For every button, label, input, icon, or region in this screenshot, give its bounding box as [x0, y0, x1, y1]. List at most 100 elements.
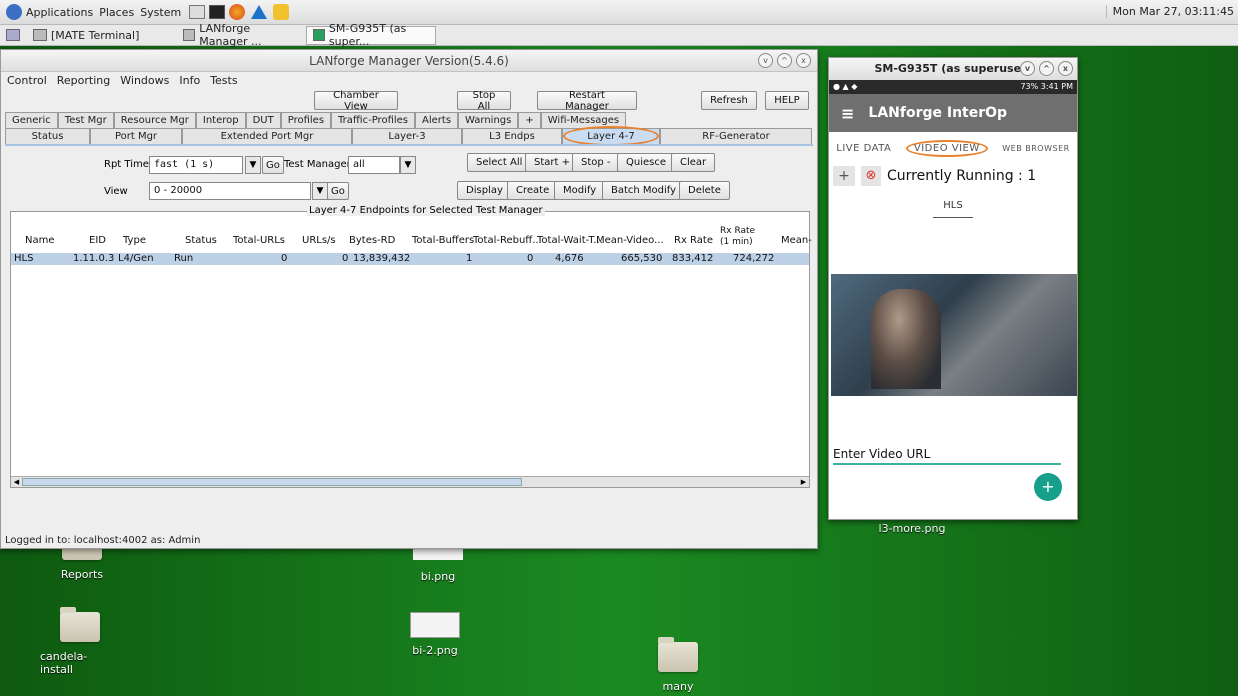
window-titlebar[interactable]: LANforge Manager Version(5.4.6) v ^ x — [1, 50, 817, 72]
quiesce-button[interactable]: Quiesce — [617, 153, 675, 172]
tab-interop[interactable]: Interop — [195, 112, 246, 128]
test-manager-field[interactable]: all — [348, 156, 400, 174]
desktop-icon-bi-png[interactable]: bi.png — [408, 546, 468, 583]
stop-all-button[interactable]: Stop All — [457, 90, 511, 112]
firefox-icon[interactable] — [229, 4, 246, 20]
menu-windows[interactable]: Windows — [120, 74, 169, 87]
menu-control[interactable]: Control — [7, 74, 47, 87]
tab-alerts[interactable]: Alerts — [415, 112, 459, 128]
menu-tests[interactable]: Tests — [210, 74, 237, 87]
stop-button[interactable]: Stop - — [572, 153, 620, 172]
terminal-icon[interactable] — [209, 5, 226, 19]
tab-test-mgr[interactable]: Test Mgr — [57, 112, 114, 128]
col-status[interactable]: Status — [185, 235, 217, 246]
rpt-timer-dropdown-icon[interactable]: ▼ — [245, 156, 261, 174]
view-go-button[interactable]: Go — [327, 182, 349, 200]
test-manager-dropdown-icon[interactable]: ▼ — [400, 156, 416, 174]
col-total-wait[interactable]: Total-Wait-T... — [537, 235, 603, 246]
col-rx-rate-1min[interactable]: Rx Rate (1 min) — [720, 226, 762, 248]
tab-traffic-profiles[interactable]: Traffic-Profiles — [331, 112, 416, 128]
desktop-icon-bi-2-png[interactable]: bi-2.png — [405, 612, 465, 657]
gui-icon[interactable] — [273, 4, 290, 20]
table-row[interactable]: HLS 1.11.0.3 L4/Gen Run 0 0 13,839,432 1… — [11, 253, 809, 265]
tab-layer-3[interactable]: Layer-3 — [352, 128, 462, 144]
rpt-timer-go-button[interactable]: Go — [262, 156, 284, 174]
applications-menu[interactable]: Applications — [26, 6, 93, 19]
taskbar-terminal[interactable]: [MATE Terminal] — [26, 26, 176, 45]
maximize-icon[interactable]: ^ — [777, 53, 792, 68]
clock[interactable]: Mon Mar 27, 03:11:45 — [1105, 5, 1234, 18]
horizontal-scrollbar[interactable]: ◀ ▶ — [11, 476, 809, 487]
desktop-icon-candela-install[interactable]: candela-install — [40, 607, 120, 676]
show-desktop-icon[interactable] — [6, 29, 20, 41]
col-name[interactable]: Name — [25, 235, 55, 246]
chamber-view-button[interactable]: Chamber View — [314, 90, 398, 112]
add-video-fab[interactable]: + — [1034, 473, 1062, 501]
col-mean-video[interactable]: Mean-Video... — [596, 235, 664, 246]
maximize-icon[interactable]: ^ — [1039, 61, 1054, 76]
rpt-timer-field[interactable]: fast (1 s) — [149, 156, 243, 174]
apps-logo-icon[interactable] — [6, 4, 22, 20]
display-button[interactable]: Display — [457, 181, 512, 200]
col-total-rebuff[interactable]: Total-Rebuff... — [473, 235, 542, 246]
col-urls-per-s[interactable]: URLs/s — [302, 235, 336, 246]
menu-info[interactable]: Info — [179, 74, 200, 87]
view-field[interactable]: 0 - 20000 — [149, 182, 311, 200]
tab-video-view[interactable]: VIDEO VIEW — [905, 139, 988, 157]
modify-button[interactable]: Modify — [554, 181, 606, 200]
tab-live-data[interactable]: LIVE DATA — [836, 143, 891, 154]
tab-web-browser[interactable]: WEB BROWSER — [1002, 144, 1069, 153]
close-icon[interactable]: x — [1058, 61, 1073, 76]
taskbar-android[interactable]: SM-G935T (as super... — [306, 22, 436, 48]
col-total-urls[interactable]: Total-URLs — [233, 235, 285, 246]
wireshark-icon[interactable] — [251, 5, 268, 19]
places-menu[interactable]: Places — [99, 6, 134, 19]
col-type[interactable]: Type — [123, 235, 146, 246]
refresh-button[interactable]: Refresh — [701, 91, 757, 110]
scroll-left-icon[interactable]: ◀ — [11, 477, 22, 487]
delete-button[interactable]: Delete — [679, 181, 730, 200]
desktop-icon-l3-more[interactable]: l3-more.png — [872, 522, 952, 535]
scroll-right-icon[interactable]: ▶ — [798, 477, 809, 487]
col-bytes-rd[interactable]: Bytes-RD — [349, 235, 395, 246]
tab-status[interactable]: Status — [5, 128, 90, 144]
tab-profiles[interactable]: Profiles — [280, 112, 332, 128]
start-button[interactable]: Start + — [525, 153, 579, 172]
tab-resource-mgr[interactable]: Resource Mgr — [113, 112, 196, 128]
file-manager-icon[interactable] — [189, 5, 206, 19]
add-icon[interactable]: + — [833, 166, 855, 186]
col-eid[interactable]: EID — [89, 235, 106, 246]
minimize-icon[interactable]: v — [1020, 61, 1035, 76]
help-button[interactable]: HELP — [765, 91, 809, 110]
hls-label[interactable]: HLS — [829, 200, 1077, 211]
tab-warnings[interactable]: Warnings — [458, 112, 519, 128]
taskbar-lanforge[interactable]: LANforge Manager ... — [176, 22, 306, 48]
video-frame[interactable] — [831, 274, 1077, 396]
scrollbar-thumb[interactable] — [22, 478, 522, 486]
close-icon[interactable]: x — [796, 53, 811, 68]
tab-l3-endps[interactable]: L3 Endps — [462, 128, 562, 144]
col-mean[interactable]: Mean- — [781, 235, 812, 246]
create-button[interactable]: Create — [507, 181, 559, 200]
tab-plus[interactable]: + — [518, 112, 541, 128]
stop-circle-icon[interactable]: ⊗ — [861, 166, 881, 186]
hamburger-menu-icon[interactable]: ≡ — [841, 104, 854, 123]
desktop-icon-many[interactable]: many — [658, 637, 698, 693]
select-all-button[interactable]: Select All — [467, 153, 532, 172]
tab-generic[interactable]: Generic — [5, 112, 58, 128]
col-total-buffers[interactable]: Total-Buffers — [412, 235, 474, 246]
android-titlebar[interactable]: SM-G935T (as superuser) v ^ x — [829, 58, 1077, 80]
view-dropdown-icon[interactable]: ▼ — [312, 182, 328, 200]
batch-modify-button[interactable]: Batch Modify — [602, 181, 686, 200]
tab-port-mgr[interactable]: Port Mgr — [90, 128, 182, 144]
col-rx-rate[interactable]: Rx Rate — [674, 235, 713, 246]
menu-reporting[interactable]: Reporting — [57, 74, 110, 87]
clear-button[interactable]: Clear — [671, 153, 716, 172]
video-url-label[interactable]: Enter Video URL — [833, 447, 930, 461]
tab-rf-generator[interactable]: RF-Generator — [660, 128, 812, 144]
system-menu[interactable]: System — [140, 6, 181, 19]
tab-dut[interactable]: DUT — [245, 112, 281, 128]
minimize-icon[interactable]: v — [758, 53, 773, 68]
restart-manager-button[interactable]: Restart Manager — [537, 90, 637, 112]
tab-extended-port-mgr[interactable]: Extended Port Mgr — [182, 128, 352, 144]
